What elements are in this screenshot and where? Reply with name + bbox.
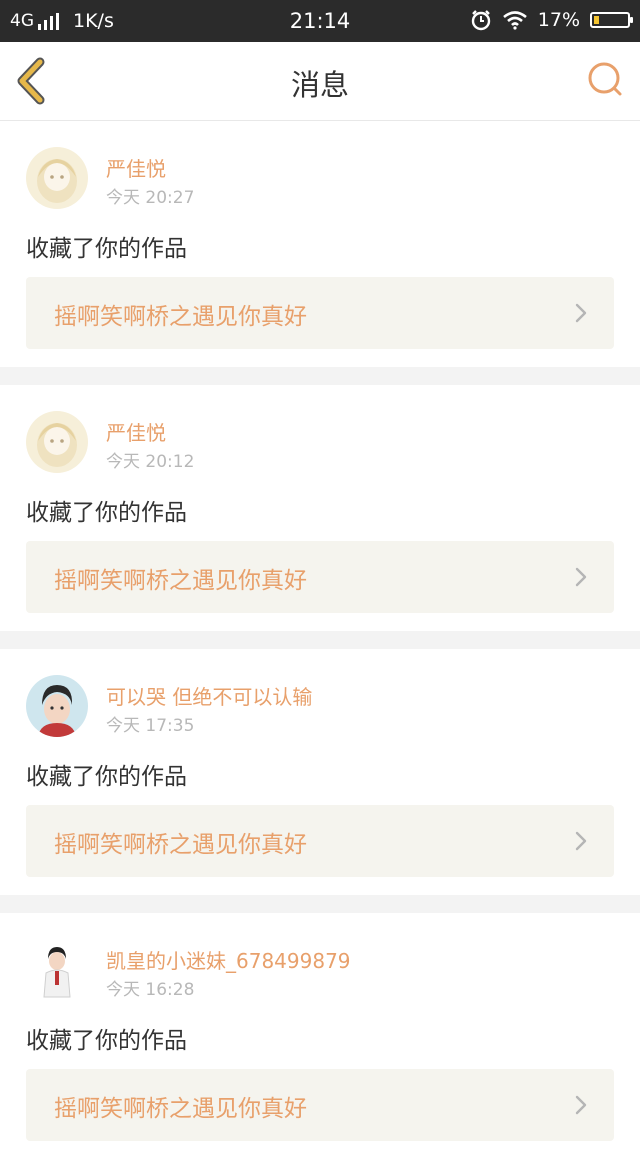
chevron-right-icon bbox=[575, 831, 587, 851]
work-title: 摇啊笑啊桥之遇见你真好 bbox=[54, 832, 307, 858]
username[interactable]: 凯皇的小迷妹_678499879 bbox=[106, 945, 351, 974]
chevron-right-icon bbox=[575, 303, 587, 323]
page-title: 消息 bbox=[290, 68, 349, 102]
status-right: 17% bbox=[470, 9, 633, 31]
timestamp: 今天 17:35 bbox=[106, 716, 195, 736]
battery-fill bbox=[594, 16, 600, 24]
action-text: 收藏了你的作品 bbox=[26, 764, 187, 790]
message-item: 可以哭 但绝不可以认输 今天 17:35 收藏了你的作品 摇啊笑啊桥之遇见你真好 bbox=[0, 649, 640, 895]
alarm-icon bbox=[471, 10, 490, 31]
search-icon bbox=[588, 62, 622, 96]
work-title: 摇啊笑啊桥之遇见你真好 bbox=[54, 1096, 307, 1122]
avatar[interactable] bbox=[26, 147, 88, 209]
message-item: 凯皇的小迷妹_678499879 今天 16:28 收藏了你的作品 摇啊笑啊桥之… bbox=[0, 913, 640, 1159]
nav-bar: 消息 bbox=[0, 42, 640, 121]
action-text: 收藏了你的作品 bbox=[26, 236, 187, 262]
username[interactable]: 严佳悦 bbox=[106, 417, 166, 446]
wifi-icon bbox=[502, 11, 527, 30]
avatar[interactable] bbox=[26, 939, 88, 1001]
work-title: 摇啊笑啊桥之遇见你真好 bbox=[54, 568, 307, 594]
message-list: 严佳悦 今天 20:27 收藏了你的作品 摇啊笑啊桥之遇见你真好 严佳悦 今天 … bbox=[0, 121, 640, 1159]
work-title: 摇啊笑啊桥之遇见你真好 bbox=[54, 304, 307, 330]
action-text: 收藏了你的作品 bbox=[26, 500, 187, 526]
divider bbox=[0, 631, 640, 649]
username[interactable]: 严佳悦 bbox=[106, 153, 166, 182]
boy-portrait-avatar-icon bbox=[26, 675, 88, 737]
battery-icon bbox=[590, 12, 633, 28]
avatar[interactable] bbox=[26, 675, 88, 737]
chevron-right-icon bbox=[575, 1095, 587, 1115]
action-text: 收藏了你的作品 bbox=[26, 1028, 187, 1054]
search-button[interactable] bbox=[586, 60, 626, 100]
anime-girl-avatar-icon bbox=[26, 147, 88, 209]
battery-percent: 17% bbox=[537, 9, 580, 31]
status-bar: 4G 1K/s 21:14 17% bbox=[0, 0, 640, 42]
timestamp: 今天 20:12 bbox=[106, 452, 195, 472]
divider bbox=[0, 895, 640, 913]
work-link[interactable]: 摇啊笑啊桥之遇见你真好 bbox=[26, 541, 614, 613]
timestamp: 今天 16:28 bbox=[106, 980, 195, 1000]
work-link[interactable]: 摇啊笑啊桥之遇见你真好 bbox=[26, 805, 614, 877]
timestamp: 今天 20:27 bbox=[106, 188, 195, 208]
boy-fullbody-avatar-icon bbox=[26, 939, 88, 1001]
avatar[interactable] bbox=[26, 411, 88, 473]
divider bbox=[0, 367, 640, 385]
chevron-right-icon bbox=[575, 567, 587, 587]
work-link[interactable]: 摇啊笑啊桥之遇见你真好 bbox=[26, 277, 614, 349]
message-item: 严佳悦 今天 20:27 收藏了你的作品 摇啊笑啊桥之遇见你真好 bbox=[0, 121, 640, 367]
message-item: 严佳悦 今天 20:12 收藏了你的作品 摇啊笑啊桥之遇见你真好 bbox=[0, 385, 640, 631]
username[interactable]: 可以哭 但绝不可以认输 bbox=[106, 681, 312, 710]
work-link[interactable]: 摇啊笑啊桥之遇见你真好 bbox=[26, 1069, 614, 1141]
anime-girl-avatar-icon bbox=[26, 411, 88, 473]
